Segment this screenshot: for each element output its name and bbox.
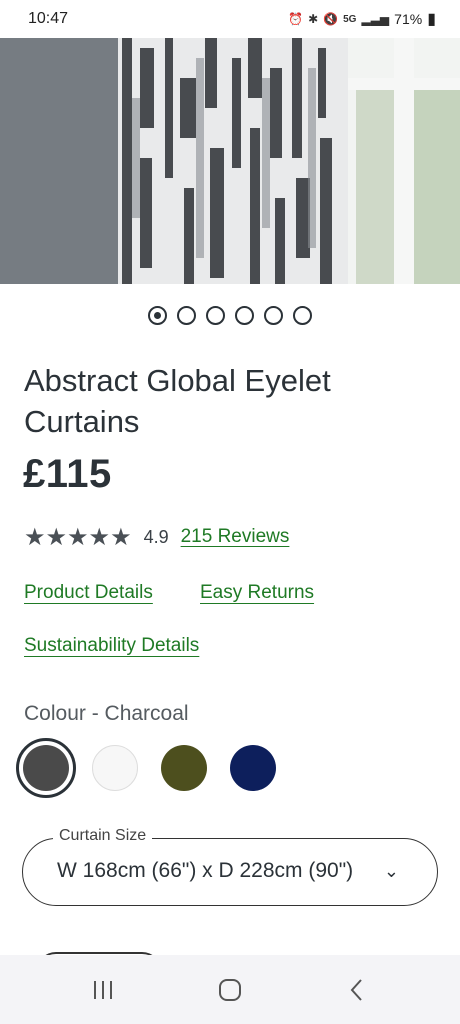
curtain-size-label: Curtain Size (53, 827, 153, 845)
bluetooth-icon: ✱ (308, 12, 319, 26)
carousel-indicators (0, 306, 460, 325)
network-label: 5G (343, 13, 357, 25)
easy-returns-link[interactable]: Easy Returns (200, 582, 314, 604)
carousel-dot[interactable] (264, 306, 283, 325)
curtain-size-select[interactable]: Curtain Size W 168cm (66") x D 228cm (90… (22, 827, 438, 906)
product-price: £115 (23, 452, 112, 496)
swatch-charcoal[interactable] (16, 738, 76, 798)
chevron-down-icon: ⌄ (383, 861, 399, 881)
swatch-color (23, 745, 69, 791)
carousel-dot[interactable] (293, 306, 312, 325)
swatch-navy[interactable] (223, 738, 283, 798)
carousel-dot[interactable] (148, 306, 167, 325)
reviews-link[interactable]: 215 Reviews (181, 526, 290, 548)
curtain-size-value: W 168cm (66") x D 228cm (90") (57, 859, 354, 882)
battery-icon: ▮ (427, 11, 436, 28)
back-icon[interactable] (327, 965, 387, 1015)
battery-percent: 71% (394, 11, 423, 27)
rating-row: ★★★★★ 4.9 215 Reviews (24, 523, 289, 551)
rating-value: 4.9 (143, 526, 169, 547)
swatch-white[interactable] (85, 738, 145, 798)
home-icon[interactable] (200, 965, 260, 1015)
product-image[interactable] (0, 38, 460, 284)
signal-icon: ▂▃▅ (361, 12, 390, 26)
colour-label: Colour - Charcoal (24, 702, 189, 725)
alarm-icon: ⏰ (288, 12, 304, 26)
swatch-olive[interactable] (154, 738, 214, 798)
sustainability-details-link[interactable]: Sustainability Details (24, 635, 199, 657)
colour-swatches (16, 738, 292, 798)
swatch-color (92, 745, 138, 791)
carousel-dot[interactable] (235, 306, 254, 325)
mute-icon: 🔇 (323, 12, 339, 26)
product-title: Abstract Global Eyelet Curtains (24, 363, 331, 439)
status-bar: 10:47 ⏰ ✱ 🔇 5G ▂▃▅ 71% ▮ (0, 0, 460, 38)
swatch-color (230, 745, 276, 791)
star-rating-icon: ★★★★★ (24, 523, 132, 551)
recent-apps-icon[interactable] (73, 965, 133, 1015)
carousel-dot[interactable] (177, 306, 196, 325)
product-details-link[interactable]: Product Details (24, 582, 153, 604)
status-time: 10:47 (28, 10, 69, 27)
swatch-color (161, 745, 207, 791)
curtain-photo (0, 38, 460, 284)
navigation-bar (0, 955, 460, 1024)
status-icons: ⏰ ✱ 🔇 5G ▂▃▅ 71% ▮ (288, 9, 436, 29)
carousel-dot[interactable] (206, 306, 225, 325)
